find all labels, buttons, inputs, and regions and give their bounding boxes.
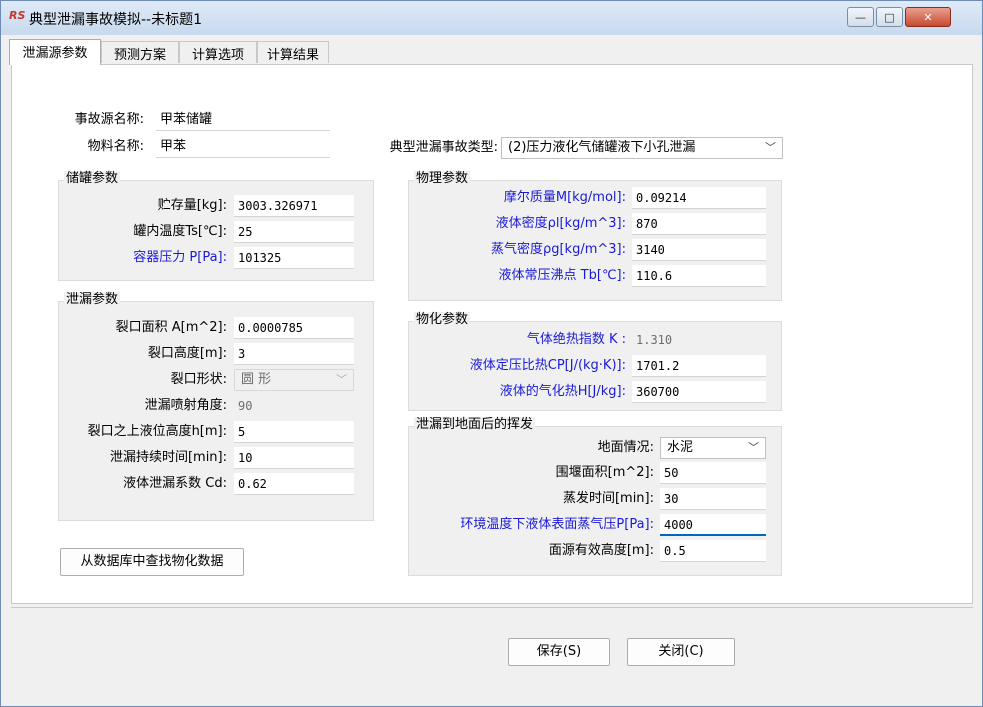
- dike-area-label: 围堰面积[m^2]:: [555, 465, 654, 480]
- vaporization-heat-label: 液体的气化热H[J/kg]:: [499, 384, 626, 399]
- storage-label: 贮存量[kg]:: [157, 198, 227, 213]
- boiling-point-label: 液体常压沸点 Tb[℃]:: [498, 268, 626, 283]
- leak-coef-label: 液体泄漏系数 Cd:: [123, 476, 227, 491]
- specific-heat-label: 液体定压比热CP[J/(kg·K)]:: [469, 358, 626, 373]
- maximize-button[interactable]: □: [876, 7, 903, 27]
- jet-angle-label: 泄漏喷射角度:: [144, 398, 227, 413]
- accident-type-select[interactable]: (2)压力液化气储罐液下小孔泄漏 ﹀: [501, 137, 783, 159]
- evaporation-title: 泄漏到地面后的挥发: [414, 417, 536, 433]
- chevron-down-icon: ﹀: [336, 373, 347, 386]
- main-window: RS 典型泄漏事故模拟--未标题1 — □ ✕ 泄漏源参数 预测方案 计算选项 …: [0, 0, 983, 707]
- evaporation-time-field[interactable]: 30: [660, 488, 766, 510]
- liquid-level-field[interactable]: 5: [234, 421, 354, 443]
- storage-field[interactable]: 3003.326971: [234, 195, 354, 217]
- material-label: 物料名称:: [87, 139, 144, 154]
- leak-duration-field[interactable]: 10: [234, 447, 354, 469]
- leak-source-panel: 事故源名称: 甲苯储罐 物料名称: 甲苯 典型泄漏事故类型: (2)压力液化气储…: [11, 64, 973, 604]
- leak-coef-field[interactable]: 0.62: [234, 473, 354, 495]
- window-title: 典型泄漏事故模拟--未标题1: [29, 12, 203, 28]
- tab-forecast[interactable]: 预测方案: [101, 41, 179, 63]
- vaporization-heat-field[interactable]: 360700: [632, 381, 766, 403]
- liquid-density-label: 液体密度ρl[kg/m^3]:: [495, 216, 626, 231]
- crack-height-field[interactable]: 3: [234, 343, 354, 365]
- material-field[interactable]: 甲苯: [156, 136, 330, 158]
- maximize-icon: □: [884, 10, 895, 24]
- vapor-pressure-label: 环境温度下液体表面蒸气压P[Pa]:: [460, 517, 654, 532]
- minimize-icon: —: [855, 10, 866, 24]
- vapor-density-field[interactable]: 3140: [632, 239, 766, 261]
- source-height-field[interactable]: 0.5: [660, 540, 766, 562]
- molar-mass-label: 摩尔质量M[kg/mol]:: [503, 190, 626, 205]
- chevron-down-icon: ﹀: [748, 441, 759, 454]
- chevron-down-icon: ﹀: [765, 141, 776, 154]
- adiabatic-index-label: 气体绝热指数 K :: [526, 332, 626, 347]
- vapor-density-label: 蒸气密度ρg[kg/m^3]:: [490, 242, 626, 257]
- ground-label: 地面情况:: [597, 440, 654, 455]
- close-window-button[interactable]: ✕: [905, 7, 951, 27]
- liquid-level-label: 裂口之上液位高度h[m]:: [87, 424, 227, 439]
- title-bar: RS 典型泄漏事故模拟--未标题1 — □ ✕: [1, 1, 982, 35]
- close-icon: ✕: [923, 10, 933, 24]
- leak-duration-label: 泄漏持续时间[min]:: [109, 450, 227, 465]
- vapor-pressure-field[interactable]: 4000: [660, 514, 766, 536]
- ground-select[interactable]: 水泥 ﹀: [660, 437, 766, 459]
- close-button[interactable]: 关闭(C): [627, 638, 735, 666]
- vessel-pressure-field[interactable]: 101325: [234, 247, 354, 269]
- accident-type-value: (2)压力液化气储罐液下小孔泄漏: [508, 140, 696, 155]
- boiling-point-field[interactable]: 110.6: [632, 265, 766, 287]
- adiabatic-index-field[interactable]: 1.310: [632, 329, 766, 351]
- crack-shape-label: 裂口形状:: [170, 372, 227, 387]
- physical-params-title: 物理参数: [414, 171, 471, 187]
- ground-value: 水泥: [667, 440, 694, 455]
- vessel-pressure-label: 容器压力 P[Pa]:: [133, 250, 227, 265]
- leak-params-title: 泄漏参数: [64, 292, 121, 308]
- source-name-field[interactable]: 甲苯储罐: [156, 109, 330, 131]
- app-icon: RS: [9, 9, 26, 22]
- tab-calc-results[interactable]: 计算结果: [257, 41, 329, 63]
- footer-divider: [11, 607, 973, 608]
- chemical-params-title: 物化参数: [414, 312, 471, 328]
- crack-height-label: 裂口高度[m]:: [147, 346, 227, 361]
- liquid-density-field[interactable]: 870: [632, 213, 766, 235]
- tab-calc-options[interactable]: 计算选项: [179, 41, 257, 63]
- tank-temp-field[interactable]: 25: [234, 221, 354, 243]
- tank-params-title: 储罐参数: [64, 171, 121, 187]
- tank-temp-label: 罐内温度Ts[℃]:: [133, 224, 227, 239]
- crack-shape-select[interactable]: 圆 形 ﹀: [234, 369, 354, 391]
- molar-mass-field[interactable]: 0.09214: [632, 187, 766, 209]
- specific-heat-field[interactable]: 1701.2: [632, 355, 766, 377]
- lookup-database-button[interactable]: 从数据库中查找物化数据: [60, 548, 244, 576]
- evaporation-time-label: 蒸发时间[min]:: [562, 491, 654, 506]
- source-height-label: 面源有效高度[m]:: [548, 543, 654, 558]
- accident-type-label: 典型泄漏事故类型:: [389, 140, 498, 155]
- dike-area-field[interactable]: 50: [660, 462, 766, 484]
- crack-area-field[interactable]: 0.0000785: [234, 317, 354, 339]
- tab-leak-source[interactable]: 泄漏源参数: [9, 39, 101, 65]
- crack-shape-value: 圆 形: [241, 372, 272, 387]
- save-button[interactable]: 保存(S): [508, 638, 610, 666]
- jet-angle-field[interactable]: 90: [234, 395, 354, 417]
- crack-area-label: 裂口面积 A[m^2]:: [115, 320, 227, 335]
- source-name-label: 事故源名称:: [74, 112, 144, 127]
- minimize-button[interactable]: —: [847, 7, 874, 27]
